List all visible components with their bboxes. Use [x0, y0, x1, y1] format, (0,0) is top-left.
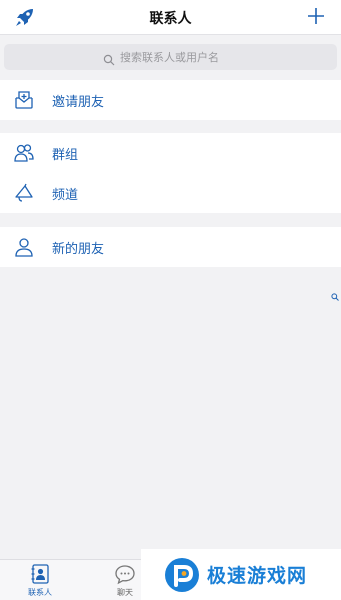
page-title: 联系人 — [149, 11, 192, 27]
tab-label: 联系人 — [28, 588, 52, 597]
list-item-label: 邀请朋友 — [52, 94, 105, 110]
list-item-invite-friends[interactable]: 邀请朋友 — [0, 80, 341, 120]
groups-channels-section: 群组 频道 — [0, 133, 341, 213]
plus-icon[interactable] — [307, 7, 325, 25]
tab-contacts[interactable]: 联系人 — [15, 563, 65, 598]
invite-section: 邀请朋友 — [0, 80, 341, 120]
search-bar[interactable] — [4, 44, 337, 70]
invite-inbox-icon — [13, 89, 35, 111]
list-item-channels[interactable]: 频道 — [0, 173, 341, 213]
watermark: 极速游戏网 — [141, 549, 341, 600]
list-item-new-friends[interactable]: 新的朋友 — [0, 227, 341, 267]
list-item-groups[interactable]: 群组 — [0, 133, 341, 173]
search-area — [0, 36, 341, 78]
navigation-bar: 联系人 — [0, 0, 341, 35]
search-input[interactable] — [120, 50, 238, 64]
list-item-label: 群组 — [52, 147, 79, 163]
watermark-text: 极速游戏网 — [207, 565, 308, 587]
list-item-label: 频道 — [52, 187, 79, 203]
group-users-icon — [13, 142, 35, 164]
contacts-book-icon — [29, 563, 51, 585]
list-item-label: 新的朋友 — [52, 241, 105, 257]
chat-bubble-icon — [114, 563, 136, 585]
megaphone-icon — [13, 182, 35, 204]
search-icon — [103, 51, 115, 66]
person-icon — [13, 236, 35, 258]
index-search-icon[interactable] — [331, 286, 339, 301]
new-friends-section: 新的朋友 — [0, 227, 341, 267]
watermark-logo-icon — [163, 556, 201, 594]
